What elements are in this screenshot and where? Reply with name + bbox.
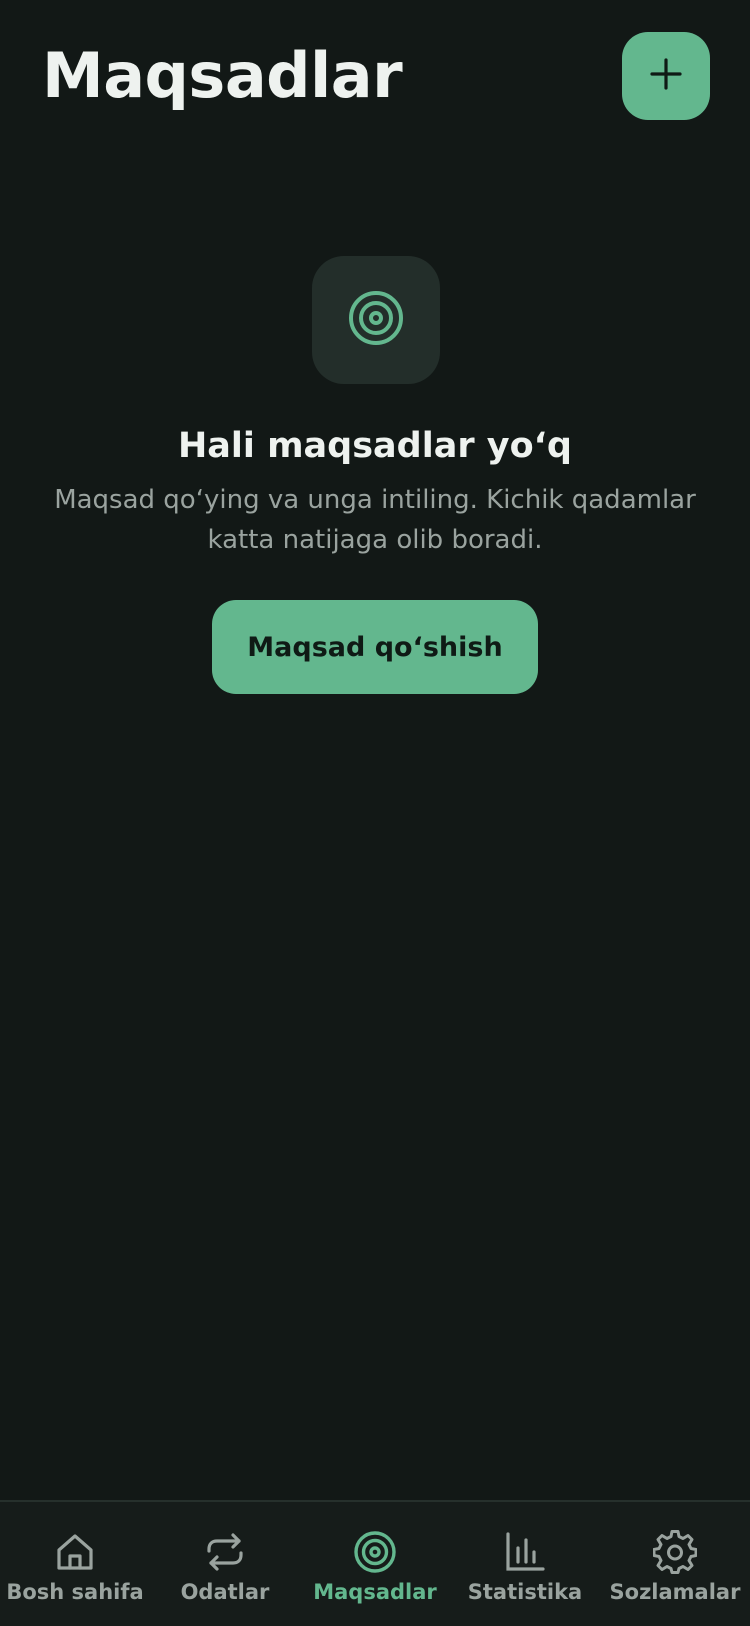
nav-label-home: Bosh sahifa [6,1580,144,1604]
target-icon [353,1530,397,1574]
nav-item-statistics[interactable]: Statistika [450,1502,600,1626]
bottom-navigation: Bosh sahifa Odatlar Maqsadlar Statistika… [0,1500,750,1626]
nav-item-settings[interactable]: Sozlamalar [600,1502,750,1626]
nav-label-statistics: Statistika [467,1580,583,1604]
nav-item-goals[interactable]: Maqsadlar [300,1502,450,1626]
plus-icon [646,54,686,98]
empty-state-description: Maqsad qo‘ying va unga intiling. Kichik … [54,485,696,555]
empty-state-title: Hali maqsadlar yo‘q [177,426,572,466]
add-goal-button[interactable] [622,32,710,120]
gear-icon [653,1530,697,1574]
target-icon [347,289,405,351]
empty-state-icon-box [312,256,440,384]
nav-label-goals: Maqsadlar [313,1580,437,1604]
add-goal-primary-button[interactable]: Maqsad qo‘shish [212,600,538,694]
repeat-icon [203,1530,247,1574]
home-icon [53,1530,97,1574]
bar-chart-icon [503,1530,547,1574]
nav-item-habits[interactable]: Odatlar [150,1502,300,1626]
page-title: Maqsadlar [42,39,403,112]
nav-label-settings: Sozlamalar [609,1580,741,1604]
nav-label-habits: Odatlar [180,1580,270,1604]
nav-item-home[interactable]: Bosh sahifa [0,1502,150,1626]
